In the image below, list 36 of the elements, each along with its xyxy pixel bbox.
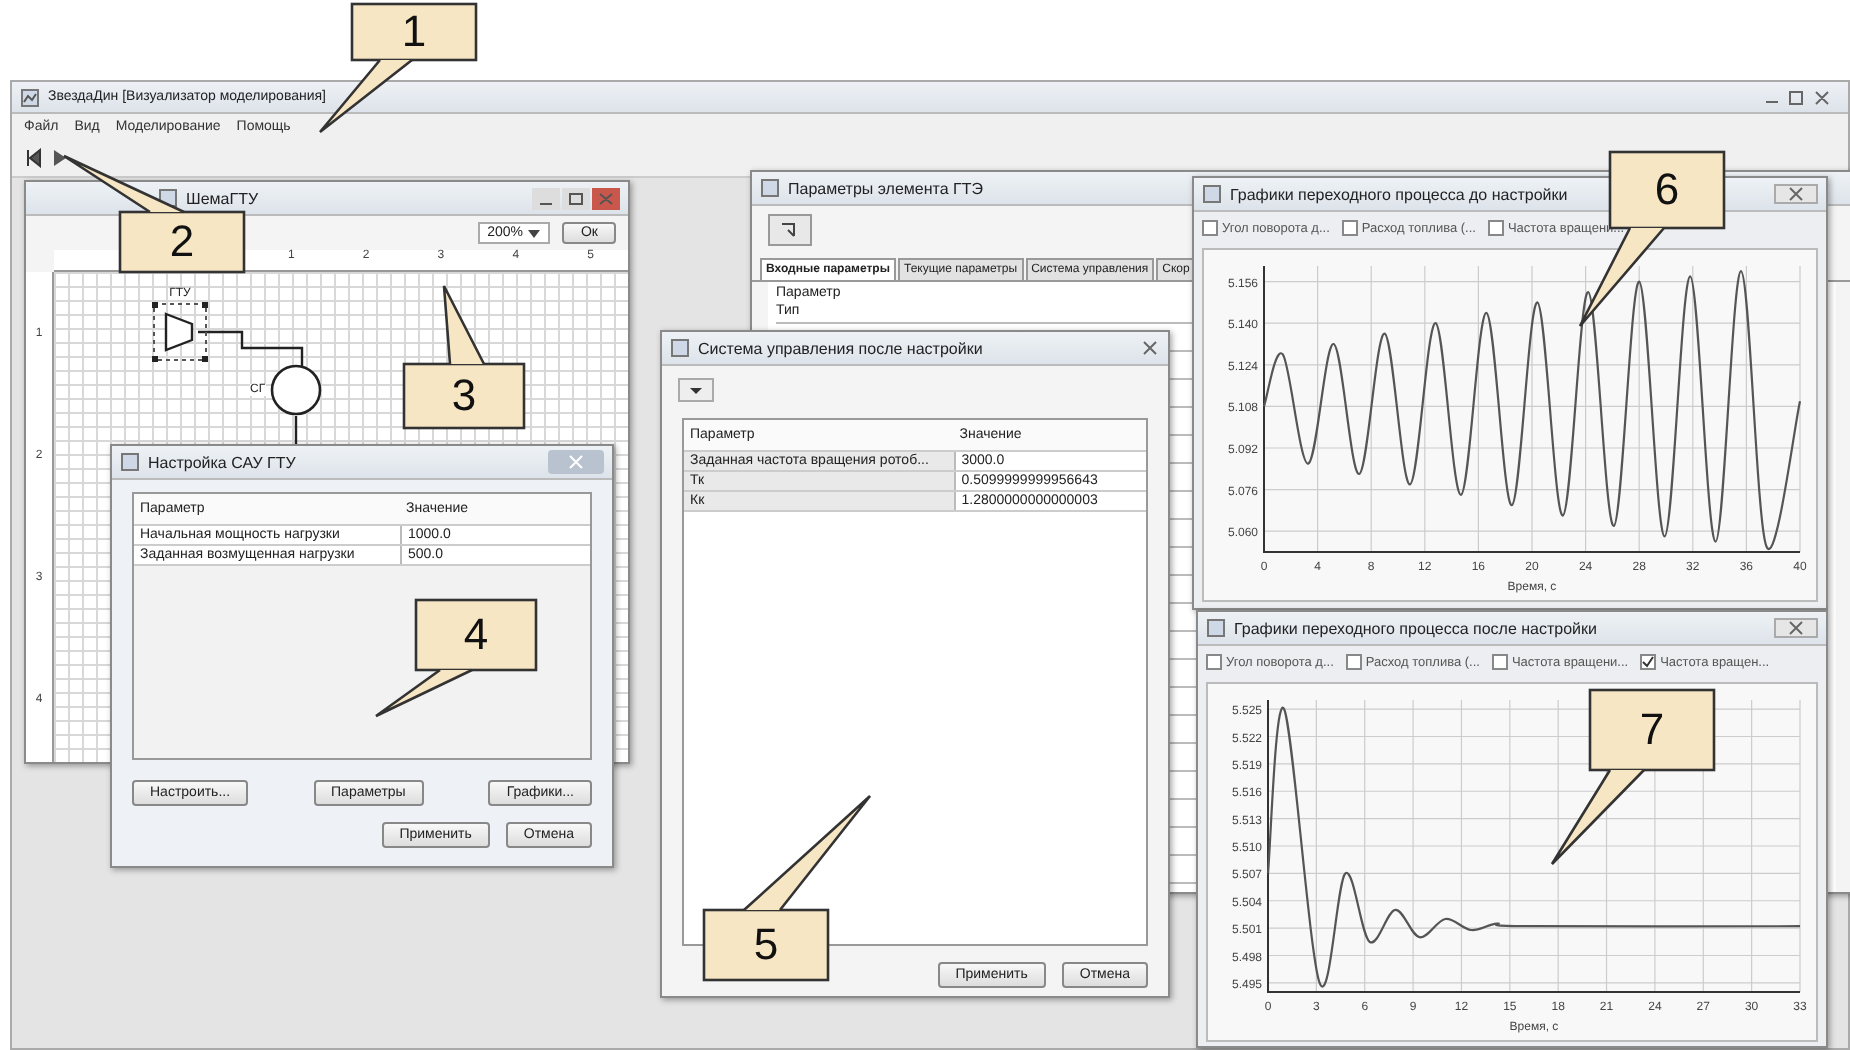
caret-icon [528,229,541,237]
app-icon [120,452,140,472]
app-icon [1202,184,1222,204]
refresh-icon[interactable] [768,214,812,246]
connector-line [198,330,306,366]
window-title: Настройка САУ ГТУ [148,453,296,471]
checkbox[interactable] [1206,654,1222,670]
checkbox[interactable] [1341,220,1358,236]
close-icon[interactable] [1774,184,1818,204]
checkbox[interactable] [1491,654,1508,670]
callout: 3 [402,284,526,430]
turbine-icon[interactable] [152,302,208,362]
window-title: Графики переходного процесса после настройки [1234,619,1597,637]
app-icon [1206,618,1226,638]
generator-icon[interactable] [269,364,322,416]
play-icon[interactable] [50,148,70,168]
checkbox[interactable] [1202,220,1218,236]
callout: 4 [374,598,538,718]
callout: 7 [1550,688,1716,866]
callout: 5 [702,794,872,982]
dropdown-icon[interactable] [678,378,714,402]
window-title: Система управления после настройки [698,339,983,357]
app-icon [670,338,690,358]
checkbox[interactable] [1487,220,1504,236]
app-icon [760,178,780,198]
close-icon[interactable] [1140,338,1160,358]
checkbox[interactable] [1345,654,1362,670]
window-title: ШемаГТУ [186,189,259,207]
window-title: Графики переходного процесса до настройки [1230,185,1568,203]
app-icon [20,87,40,107]
checkbox[interactable] [1640,654,1657,670]
window-controls-icon[interactable] [1760,88,1832,108]
close-icon[interactable] [1774,618,1818,638]
reset-icon[interactable] [24,148,44,168]
window-controls-icon[interactable] [532,187,620,209]
window-title: Параметры элемента ГТЭ [788,179,983,197]
